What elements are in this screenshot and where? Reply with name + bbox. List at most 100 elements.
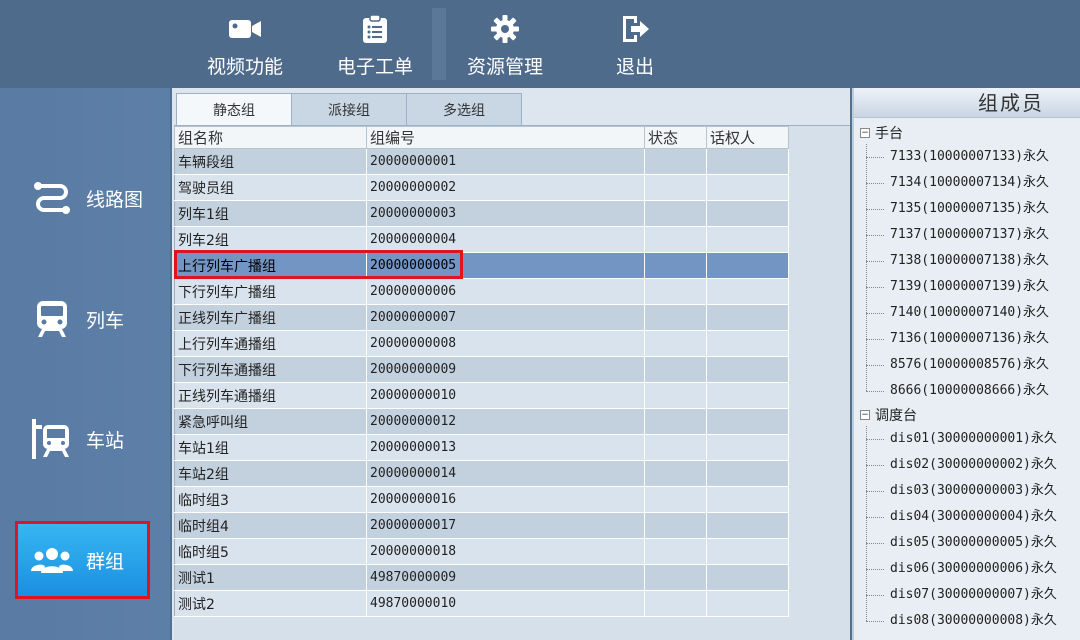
cell-group-number: 20000000012	[366, 408, 645, 435]
cell-group-number: 20000000014	[366, 460, 645, 487]
cell-group-number: 49870000009	[366, 564, 645, 591]
table-row[interactable]: 下行列车通播组 20000000009	[174, 356, 789, 383]
tab-static-group[interactable]: 静态组	[176, 93, 292, 126]
column-header-speaker[interactable]: 话权人	[706, 126, 789, 149]
group-list-panel: 静态组 派接组 多选组 组名称 组编号 状态 话权人 车辆段组 200000000…	[172, 88, 850, 640]
member-item[interactable]: 7137(10000007137)永久	[854, 222, 1080, 248]
collapse-toggle-icon[interactable]: −	[860, 410, 870, 420]
tree-group-node[interactable]: − 手台	[854, 122, 1080, 144]
member-item[interactable]: dis02(30000000002)永久	[854, 452, 1080, 478]
cell-group-name: 上行列车广播组	[174, 252, 367, 279]
cell-group-number: 20000000013	[366, 434, 645, 461]
tab-multi-select-group[interactable]: 多选组	[406, 93, 522, 125]
sidebar-item-label: 线路图	[86, 188, 144, 211]
cell-status	[644, 174, 707, 201]
member-item[interactable]: dis07(30000000007)永久	[854, 582, 1080, 608]
member-item[interactable]: 7136(10000007136)永久	[854, 326, 1080, 352]
group-table-container: 组名称 组编号 状态 话权人 车辆段组 20000000001 驾驶员组 200000…	[174, 125, 850, 640]
cell-group-name: 车站1组	[174, 434, 367, 461]
member-item[interactable]: 7139(10000007139)永久	[854, 274, 1080, 300]
cell-group-name: 车辆段组	[174, 148, 367, 175]
cell-group-number: 20000000017	[366, 512, 645, 539]
group-members-panel: 组成员 − 手台 7133(10000007133)永久 7134(100000071…	[852, 88, 1080, 640]
cell-group-name: 车站2组	[174, 460, 367, 487]
cell-group-number: 20000000004	[366, 226, 645, 253]
group-table-body: 车辆段组 20000000001 驾驶员组 20000000002 列车1组 200000…	[174, 148, 789, 617]
collapse-toggle-icon[interactable]: −	[860, 128, 870, 138]
table-row[interactable]: 测试1 49870000009	[174, 564, 789, 591]
cell-speaker	[706, 512, 789, 539]
table-row[interactable]: 测试2 49870000010	[174, 590, 789, 617]
cell-status	[644, 460, 707, 487]
cell-speaker	[706, 408, 789, 435]
member-item[interactable]: 7135(10000007135)永久	[854, 196, 1080, 222]
sidebar-item-train[interactable]: 列车	[0, 274, 170, 364]
member-item[interactable]: dis03(30000000003)永久	[854, 478, 1080, 504]
members-title: 组成员	[854, 88, 1080, 118]
exit-button[interactable]: 退出	[575, 0, 695, 88]
cell-group-name: 紧急呼叫组	[174, 408, 367, 435]
table-row[interactable]: 驾驶员组 20000000002	[174, 174, 789, 201]
sidebar-item-route-map[interactable]: 线路图	[0, 153, 170, 243]
table-row[interactable]: 下行列车广播组 20000000006	[174, 278, 789, 305]
cell-group-name: 列车1组	[174, 200, 367, 227]
member-item[interactable]: dis04(30000000004)永久	[854, 504, 1080, 530]
route-icon	[26, 174, 78, 222]
cell-speaker	[706, 356, 789, 383]
member-item[interactable]: dis01(30000000001)永久	[854, 426, 1080, 452]
table-row[interactable]: 列车2组 20000000004	[174, 226, 789, 253]
cell-group-number: 20000000006	[366, 278, 645, 305]
sidebar-item-station[interactable]: 车站	[0, 394, 170, 484]
table-row[interactable]: 上行列车通播组 20000000008	[174, 330, 789, 357]
table-row[interactable]: 临时组5 20000000018	[174, 538, 789, 565]
cell-group-number: 20000000010	[366, 382, 645, 409]
cell-status	[644, 278, 707, 305]
table-row[interactable]: 上行列车广播组 20000000005	[174, 252, 789, 279]
member-item[interactable]: 7133(10000007133)永久	[854, 144, 1080, 170]
cell-group-number: 20000000009	[366, 356, 645, 383]
member-item[interactable]: 7140(10000007140)永久	[854, 300, 1080, 326]
table-row[interactable]: 列车1组 20000000003	[174, 200, 789, 227]
column-header-group-number[interactable]: 组编号	[366, 126, 645, 149]
cell-status	[644, 200, 707, 227]
clipboard-icon	[358, 14, 392, 44]
member-item[interactable]: dis06(30000000006)永久	[854, 556, 1080, 582]
cell-group-name: 临时组5	[174, 538, 367, 565]
member-item[interactable]: dis08(30000000008)永久	[854, 608, 1080, 634]
cell-status	[644, 512, 707, 539]
cell-group-name: 测试1	[174, 564, 367, 591]
cell-group-name: 测试2	[174, 590, 367, 617]
sidebar-item-group[interactable]: 群组	[15, 521, 150, 599]
tree-group-node[interactable]: − 调度台	[854, 404, 1080, 426]
member-item[interactable]: 8576(10000008576)永久	[854, 352, 1080, 378]
table-row[interactable]: 临时组4 20000000017	[174, 512, 789, 539]
cell-speaker	[706, 460, 789, 487]
tab-dispatch-group[interactable]: 派接组	[291, 93, 407, 125]
table-row[interactable]: 车站2组 20000000014	[174, 460, 789, 487]
table-row[interactable]: 车辆段组 20000000001	[174, 148, 789, 175]
exit-icon	[618, 14, 652, 44]
table-row[interactable]: 车站1组 20000000013	[174, 434, 789, 461]
column-header-status[interactable]: 状态	[644, 126, 707, 149]
member-item[interactable]: 7134(10000007134)永久	[854, 170, 1080, 196]
video-function-button[interactable]: 视频功能	[185, 0, 305, 88]
member-item[interactable]: 8666(10000008666)永久	[854, 378, 1080, 404]
column-header-group-name[interactable]: 组名称	[174, 126, 367, 149]
cell-group-name: 正线列车通播组	[174, 382, 367, 409]
table-row[interactable]: 临时组3 20000000016	[174, 486, 789, 513]
train-icon	[26, 295, 78, 343]
cell-group-name: 下行列车广播组	[174, 278, 367, 305]
table-row[interactable]: 正线列车广播组 20000000007	[174, 304, 789, 331]
video-function-label: 视频功能	[206, 56, 283, 78]
cell-speaker	[706, 278, 789, 305]
table-row[interactable]: 正线列车通播组 20000000010	[174, 382, 789, 409]
member-item[interactable]: 7138(10000007138)永久	[854, 248, 1080, 274]
cell-group-name: 正线列车广播组	[174, 304, 367, 331]
member-item[interactable]: dis05(30000000005)永久	[854, 530, 1080, 556]
cell-group-name: 驾驶员组	[174, 174, 367, 201]
resource-management-button[interactable]: 资源管理	[445, 0, 565, 88]
cell-group-name: 下行列车通播组	[174, 356, 367, 383]
cell-group-name: 上行列车通播组	[174, 330, 367, 357]
table-row[interactable]: 紧急呼叫组 20000000012	[174, 408, 789, 435]
e-workorder-button[interactable]: 电子工单	[315, 0, 435, 88]
